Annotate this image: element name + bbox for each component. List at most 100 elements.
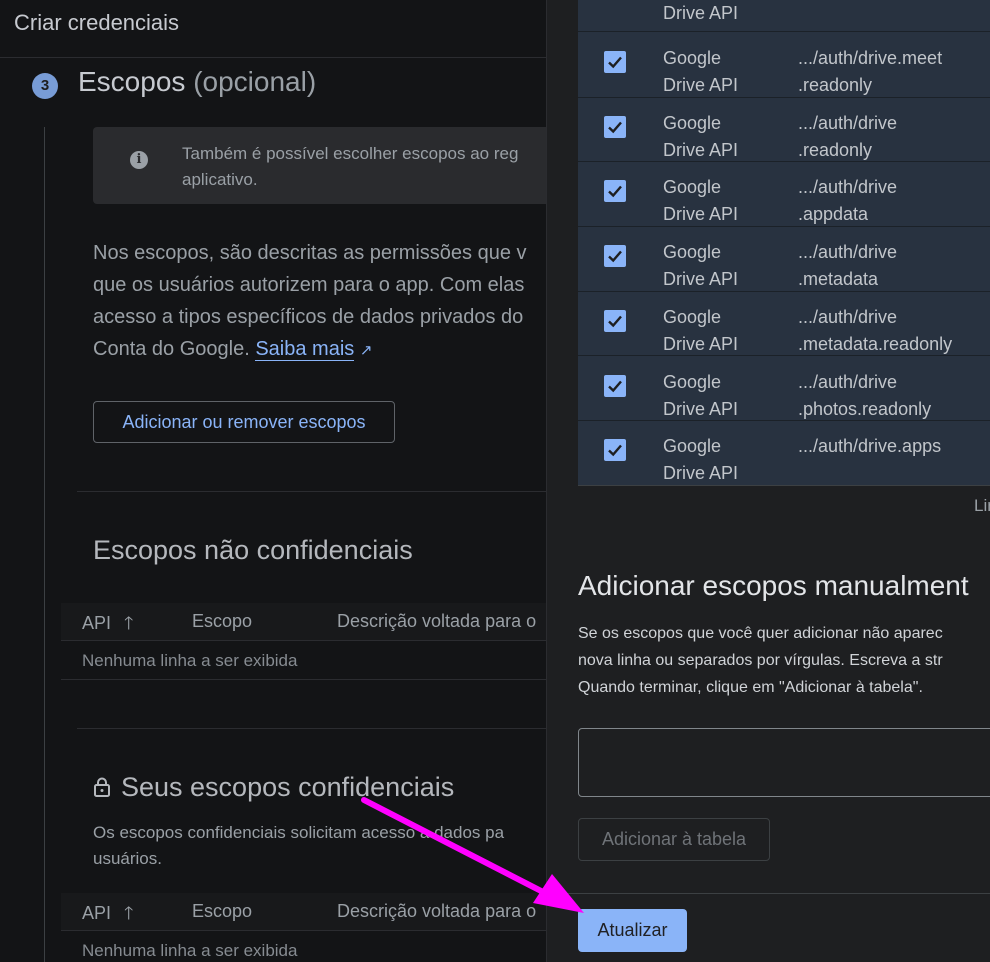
scopes-description: Nos escopos, são descritas as permissões… [93,237,546,367]
sort-up-arrow-icon: 🡑 [124,903,134,923]
scope-api: Google Drive API [663,239,773,293]
learn-more-link[interactable]: Saiba mais [255,338,355,361]
manual-desc-line: Quando terminar, clique em "Adicionar à … [578,679,923,696]
confidential-scopes-title-text: Seus escopos confidenciais [121,772,455,802]
sort-up-arrow-icon: 🡑 [124,613,134,633]
info-icon: i [130,151,148,169]
checkmark-icon [608,380,622,392]
scope-row: Google Drive API .../auth/drive .metadata [578,227,990,292]
scope-name: .../auth/drive .readonly [798,110,990,164]
nonconfidential-scopes-title: Escopos não confidenciais [93,535,413,565]
scope-api: Google Drive API [663,304,773,358]
scope-row: Google Drive API .../auth/drive .metadata.r… [578,292,990,357]
info-callout: i Também é possível escolher escopos ao … [93,127,546,204]
column-api-label: API [82,903,112,923]
scope-name-line: .../auth/drive [798,371,898,392]
add-remove-scopes-button[interactable]: Adicionar ou remover escopos [93,401,395,443]
scope-api-line: Drive API [663,75,739,95]
scope-api-line: Google [663,306,722,327]
scope-api: Google Drive API [663,110,773,164]
scope-row-partial: Drive API [578,0,990,32]
scope-name: .../auth/drive .metadata.readonly [798,304,990,358]
nonconfidential-empty-row: Nenhuma linha a ser exibida [61,642,546,680]
rows-per-page-label: Lin [974,496,990,515]
scope-api-line: Google [663,48,722,68]
checkmark-icon [608,444,622,457]
checkmark-icon [608,121,622,133]
scope-row: Google Drive API .../auth/drive .appdata [578,162,990,227]
manual-scopes-title: Adicionar escopos manualment [578,570,969,601]
scope-name: .../auth/drive .appdata [798,174,990,228]
scope-name-line: .../auth/drive [798,112,898,133]
scope-row: Google Drive API .../auth/drive .photos.rea… [578,357,990,423]
scope-checkbox[interactable] [604,51,626,73]
external-link-icon: ↗ [359,342,373,359]
checkmark-icon [608,315,622,328]
scope-name-line: .photos.readonly [798,398,932,419]
scope-api-line: Google [663,112,722,133]
column-description-header: Descrição voltada para o [337,901,537,921]
scope-api-line: Drive API [663,398,739,419]
scope-api-line: Google [663,371,722,392]
manual-scopes-input[interactable] [578,728,990,797]
scope-checkbox[interactable] [604,374,626,397]
scope-api: Google Drive API [663,45,773,99]
scope-api-line: Drive API [663,333,739,354]
confidential-table-header: API 🡑 Escopo Descrição voltada para o [61,893,546,931]
scope-api-line: Drive API [663,463,739,484]
scope-name: .../auth/drive.apps [798,433,990,460]
scope-name-line: .../auth/drive [798,242,898,263]
scope-api-line: Google [663,436,722,457]
confidential-empty-row: Nenhuma linha a ser exibida [61,932,546,962]
scope-name-line: .metadata [798,269,879,290]
scope-name-line: .../auth/drive [798,177,898,198]
empty-table-message: Nenhuma linha a ser exibida [82,651,298,670]
manual-desc-line: Se os escopos que você quer adicionar nã… [578,625,943,642]
scope-row: Google Drive API .../auth/drive.meet .reado… [578,33,990,98]
scope-api-line: Drive API [663,269,739,290]
scope-checkbox[interactable] [604,180,626,203]
scope-name-line: .../auth/drive.meet [798,48,943,68]
scope-checkbox[interactable] [604,309,626,332]
scope-api-line: Google [663,242,722,263]
checkmark-icon [608,186,622,198]
top-bar: Criar credenciais [0,0,546,58]
scope-api: Google Drive API [663,369,773,423]
section-divider [77,728,546,729]
column-scope-header: Escopo [192,901,253,921]
scope-api: Drive API [663,3,739,23]
scope-list: Drive API Google Drive API .../auth/drive.… [578,0,990,486]
page-title: Criar credenciais [14,10,180,35]
step-title-text: Escopos [78,66,186,97]
scope-name: .../auth/drive.meet .readonly [798,45,990,99]
scope-name: .../auth/drive .photos.readonly [798,369,990,423]
column-scope-header: Escopo [192,611,253,631]
step-number-badge: 3 [32,73,58,99]
scope-row: Google Drive API .../auth/drive .readonly [578,98,990,163]
checkmark-icon [608,56,622,69]
scope-checkbox[interactable] [604,115,626,138]
scope-api-line: Google [663,177,722,198]
add-to-table-button[interactable]: Adicionar à tabela [578,818,770,861]
update-scopes-dialog: Drive API Google Drive API .../auth/drive.… [546,0,990,962]
dialog-footer-divider [547,893,990,894]
update-button[interactable]: Atualizar [578,909,687,952]
lock-icon [94,777,110,797]
scope-name: .../auth/drive .metadata [798,239,990,293]
column-api-label: API [82,613,112,633]
scope-api-line: Drive API [663,204,739,225]
confidential-scopes-description: Os escopos confidenciais solicitam acess… [93,823,505,868]
manual-desc-line: nova linha ou separados por vírgulas. Es… [578,652,943,669]
credentials-page: Criar credenciais 3 Escopos (opcional) i… [0,0,546,962]
info-callout-text: Também é possível escolher escopos ao re… [182,144,519,189]
scope-checkbox[interactable] [604,439,626,462]
step-title-optional: (opcional) [193,66,317,97]
column-api-header[interactable]: API 🡑 [82,901,133,931]
empty-table-message: Nenhuma linha a ser exibida [82,941,298,960]
scope-api: Google Drive API [663,174,773,228]
scope-checkbox[interactable] [604,245,626,268]
step-title: Escopos (opcional) [78,66,316,98]
section-divider [77,491,546,492]
column-api-header[interactable]: API 🡑 [82,611,133,641]
scope-name-line: .appdata [798,204,869,225]
